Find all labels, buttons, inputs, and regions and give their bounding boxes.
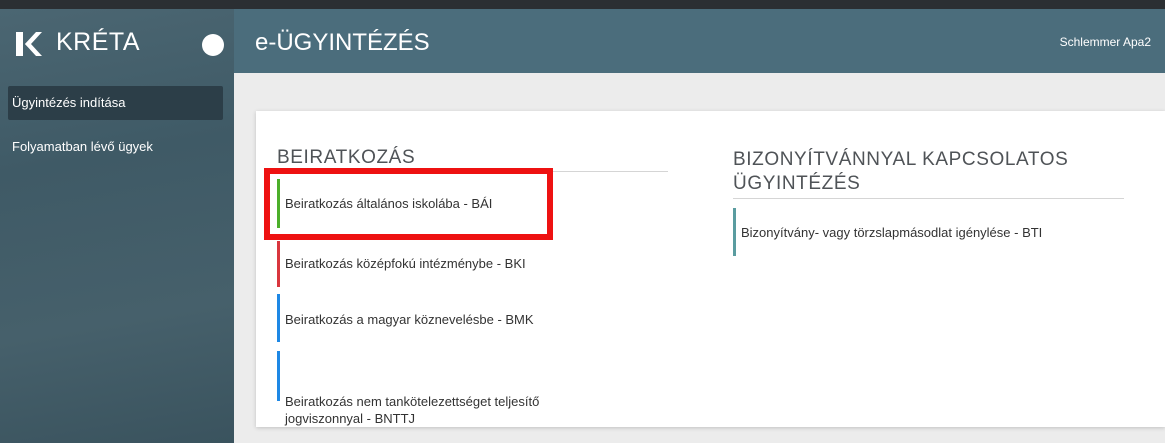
link-beiratkozas-bki[interactable]: Beiratkozás középfokú intézménybe - BKI	[277, 241, 637, 287]
highlight-annotation	[264, 168, 553, 240]
sidebar-item-label: Ügyintézés indítása	[12, 95, 126, 110]
link-label: Bizonyítvány- vagy törzslapmásodlat igén…	[741, 225, 1043, 240]
link-label: Beiratkozás középfokú intézménybe - BKI	[285, 256, 526, 271]
brand: KRÉTA	[0, 9, 234, 73]
brand-name: KRÉTA	[56, 28, 140, 56]
accent-bar	[277, 294, 280, 342]
sidebar-item-ugyintezes-inditasa[interactable]: Ügyintézés indítása	[8, 86, 223, 120]
user-menu[interactable]: Schlemmer Apa2	[1060, 35, 1151, 49]
header: e-ÜGYINTÉZÉS Schlemmer Apa2	[234, 9, 1165, 73]
accent-bar	[733, 208, 736, 256]
page-title: e-ÜGYINTÉZÉS	[255, 29, 430, 56]
link-label: Beiratkozás a magyar köznevelésbe - BMK	[285, 312, 534, 327]
link-label: Beiratkozás nem tankötelezettséget telje…	[285, 394, 540, 426]
section-title-bizonyitvany: BIZONYÍTVÁNNYAL KAPCSOLATOS ÜGYINTÉZÉS	[733, 149, 1069, 194]
section-title-beiratkozas: BEIRATKOZÁS	[277, 147, 416, 168]
accent-bar	[277, 351, 280, 401]
window-top-bar	[0, 0, 1165, 9]
sidebar-item-label: Folyamatban lévő ügyek	[12, 139, 153, 154]
link-beiratkozas-bmk[interactable]: Beiratkozás a magyar köznevelésbe - BMK	[277, 294, 637, 342]
main-card: BEIRATKOZÁS Beiratkozás általános iskolá…	[256, 111, 1165, 427]
sidebar: KRÉTA Ügyintézés indítása Folyamatban lé…	[0, 9, 234, 443]
kreta-logo-icon	[16, 32, 42, 56]
sidebar-item-folyamatban-levo-ugyek[interactable]: Folyamatban lévő ügyek	[8, 130, 223, 164]
link-beiratkozas-bnttj[interactable]: Beiratkozás nem tankötelezettséget telje…	[277, 351, 637, 426]
section-divider	[733, 198, 1124, 199]
accent-bar	[277, 241, 280, 287]
sidebar-toggle-icon[interactable]	[202, 34, 224, 56]
link-bizonyitvany-bti[interactable]: Bizonyítvány- vagy törzslapmásodlat igén…	[733, 208, 1133, 256]
